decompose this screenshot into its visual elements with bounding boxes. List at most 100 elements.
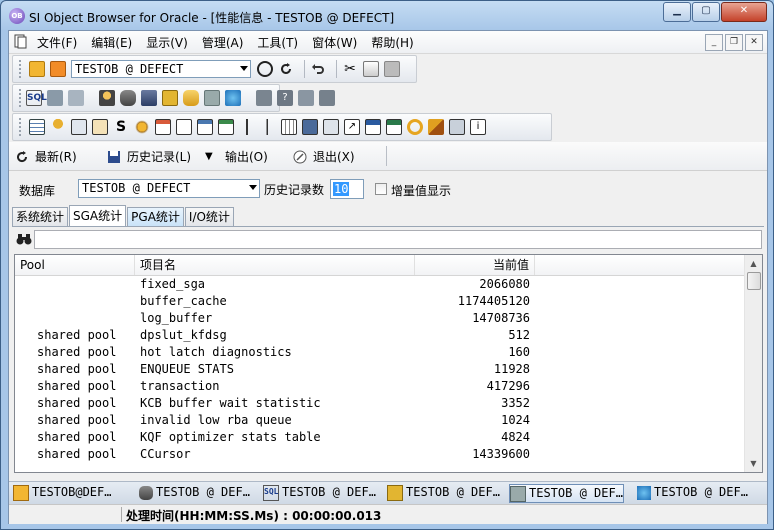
menu-help[interactable]: 帮助(H) [371, 34, 413, 51]
library-icon[interactable] [323, 119, 339, 135]
maximize-button[interactable]: ▢ [692, 2, 720, 22]
task-item-sql[interactable]: SQL TESTOB @ DEF… [263, 484, 376, 501]
title-bar[interactable]: OB SI Object Browser for Oracle - [性能信息 … [1, 1, 773, 31]
toolbar-grip[interactable] [19, 60, 24, 78]
paste-icon[interactable] [384, 61, 400, 77]
dblink-icon[interactable] [134, 119, 150, 135]
history-button[interactable]: 历史记录(L) [107, 148, 191, 165]
tab-pga-stats[interactable]: PGA统计 [127, 207, 184, 226]
database-select[interactable]: TESTOB @ DEFECT [78, 179, 260, 198]
table-icon[interactable] [47, 90, 63, 106]
recycle-icon[interactable] [407, 119, 423, 135]
close-button[interactable]: ✕ [721, 2, 767, 22]
table-row[interactable]: log_buffer 14708736 [15, 310, 745, 327]
job-icon[interactable] [386, 119, 402, 135]
task-item-monitor[interactable]: TESTOB @ DEF… [637, 484, 748, 501]
history-count-input[interactable]: 10 [330, 179, 364, 199]
menu-tools[interactable]: 工具(T) [257, 34, 298, 51]
type-icon[interactable] [260, 119, 276, 135]
undo-icon[interactable] [310, 61, 326, 77]
sql-icon[interactable]: SQL [26, 90, 47, 106]
storage-icon[interactable] [183, 90, 199, 106]
output-button[interactable]: ▼ 输出(O) [205, 148, 268, 165]
table-row[interactable]: shared pool transaction 417296 [15, 378, 745, 395]
table-row[interactable]: fixed_sga 2066080 [15, 276, 745, 293]
queue-icon[interactable] [365, 119, 381, 135]
info-icon[interactable]: i [470, 119, 486, 135]
column-header-current-value[interactable]: 当前值 [415, 255, 535, 275]
menu-edit[interactable]: 编辑(E) [91, 34, 132, 51]
document-icon[interactable] [13, 34, 28, 49]
scroll-thumb[interactable] [747, 272, 761, 290]
scroll-down-icon[interactable]: ▼ [745, 455, 762, 472]
search-input[interactable] [34, 230, 762, 249]
tab-sga-stats[interactable]: SGA统计 [69, 205, 127, 226]
vertical-scrollbar[interactable]: ▲ ▼ [744, 255, 762, 472]
database-icon[interactable] [120, 90, 136, 106]
copy-icon[interactable] [363, 61, 379, 77]
help-icon[interactable]: ? [277, 90, 293, 106]
refresh-icon[interactable] [278, 61, 294, 77]
connection-select[interactable]: TESTOB @ DEFECT [71, 60, 251, 78]
table-row[interactable]: buffer_cache 1174405120 [15, 293, 745, 310]
link-icon[interactable]: ↗ [344, 119, 360, 135]
new-connection-icon[interactable] [29, 61, 45, 77]
import-icon[interactable] [319, 90, 335, 106]
exit-button[interactable]: 退出(X) [293, 148, 355, 165]
index-icon[interactable] [71, 119, 87, 135]
scroll-up-icon[interactable]: ▲ [745, 255, 762, 272]
key-icon[interactable] [50, 119, 66, 135]
table-row[interactable]: shared pool KQF optimizer stats table 4824 [15, 429, 745, 446]
table-list-icon[interactable] [29, 119, 45, 135]
export-icon[interactable] [298, 90, 314, 106]
key-group-icon[interactable] [428, 119, 444, 135]
menu-manage[interactable]: 管理(A) [202, 34, 244, 51]
procedure-icon[interactable] [155, 119, 171, 135]
table-row[interactable]: shared pool CCursor 14339600 [15, 446, 745, 463]
toolbar-grip[interactable] [19, 118, 24, 136]
minimize-button[interactable]: ▁ [663, 2, 691, 22]
menu-view[interactable]: 显示(V) [146, 34, 188, 51]
mdi-restore-button[interactable]: ❐ [725, 34, 743, 51]
refresh-button[interactable]: 最新(R) [15, 148, 77, 165]
column-header-pool[interactable]: Pool [15, 255, 135, 275]
menu-window[interactable]: 窗体(W) [312, 34, 357, 51]
view-icon[interactable] [68, 90, 84, 106]
cut-icon[interactable]: ✂ [342, 61, 358, 77]
disconnect-icon[interactable] [50, 61, 66, 77]
binoculars-icon[interactable] [16, 232, 32, 246]
table-row[interactable]: shared pool dpslut_kfdsg 512 [15, 327, 745, 344]
task-item-database[interactable]: TESTOB @ DEF… [139, 484, 250, 501]
copy-object-icon[interactable] [204, 90, 220, 106]
menu-file[interactable]: 文件(F) [37, 34, 77, 51]
function-icon[interactable] [176, 119, 192, 135]
table-row[interactable]: shared pool KCB buffer wait statistic 3352 [15, 395, 745, 412]
task-item-connection[interactable]: TESTOB@DEF… [13, 484, 111, 501]
user-icon[interactable] [99, 90, 115, 106]
lock-icon[interactable] [162, 90, 178, 106]
task-item-performance[interactable]: TESTOB @ DEF… [509, 484, 624, 503]
directory-icon[interactable] [302, 119, 318, 135]
materialized-view-icon[interactable] [449, 119, 465, 135]
table-row[interactable]: shared pool hot latch diagnostics 160 [15, 344, 745, 361]
task-item-lock[interactable]: TESTOB @ DEF… [387, 484, 500, 501]
sequence-icon[interactable] [92, 119, 108, 135]
column-header-item-name[interactable]: 项目名 [135, 255, 415, 275]
circle-icon[interactable] [257, 61, 273, 77]
table-row[interactable]: shared pool ENQUEUE STATS 11928 [15, 361, 745, 378]
session-icon[interactable] [141, 90, 157, 106]
package-body-icon[interactable] [218, 119, 234, 135]
table-row[interactable]: shared pool invalid low rba queue 1024 [15, 412, 745, 429]
performance-icon[interactable] [225, 90, 241, 106]
increment-checkbox[interactable] [375, 183, 387, 195]
compile-icon[interactable] [256, 90, 272, 106]
mdi-minimize-button[interactable]: _ [705, 34, 723, 51]
increment-label[interactable]: 增量值显示 [391, 182, 451, 199]
tab-io-stats[interactable]: I/O统计 [184, 207, 234, 226]
tab-system-stats[interactable]: 系统统计 [12, 207, 69, 226]
mdi-close-button[interactable]: ✕ [745, 34, 763, 51]
java-icon[interactable] [281, 119, 297, 135]
trigger-icon[interactable] [239, 119, 255, 135]
package-icon[interactable] [197, 119, 213, 135]
toolbar-grip[interactable] [19, 89, 21, 107]
